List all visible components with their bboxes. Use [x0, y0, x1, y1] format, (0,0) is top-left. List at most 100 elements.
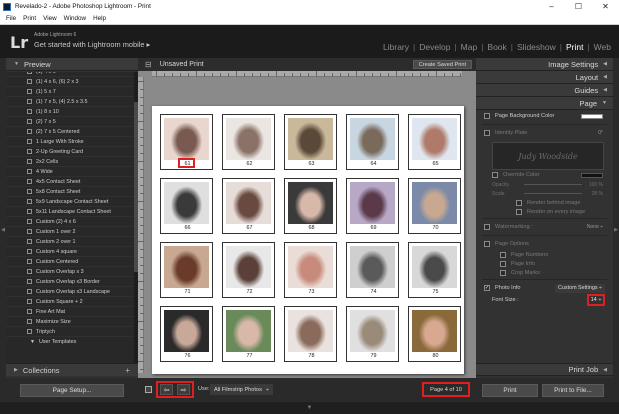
template-item[interactable]: (1) 4 x 6, (6) 2 x 3	[6, 77, 138, 87]
photo-thumbnail[interactable]	[350, 182, 395, 224]
module-develop[interactable]: Develop	[419, 42, 450, 52]
photo-thumbnail[interactable]	[226, 246, 271, 288]
photo-cell[interactable]: 63	[284, 114, 337, 170]
photo-thumbnail[interactable]	[226, 182, 271, 224]
watermarking-checkbox[interactable]	[484, 224, 490, 230]
photo-thumbnail[interactable]	[164, 310, 209, 352]
template-item[interactable]: 2x2 Cells	[6, 157, 138, 167]
template-item[interactable]: Maximize Size	[6, 317, 138, 327]
template-item[interactable]: 5x11 Landscape Contact Sheet	[6, 207, 138, 217]
page-bg-color-swatch[interactable]	[581, 113, 603, 119]
identity-plate-rotation[interactable]: 0°	[598, 130, 603, 136]
photo-thumbnail[interactable]	[164, 246, 209, 288]
template-item[interactable]: Triptych	[6, 327, 138, 337]
template-item[interactable]: 5x8 Contact Sheet	[6, 187, 138, 197]
photo-cell[interactable]: 80	[408, 306, 461, 362]
template-item[interactable]: (1) 7 x 5, (4) 2.5 x 3.5	[6, 97, 138, 107]
template-item[interactable]: Custom Overlap x3 Landscape	[6, 287, 138, 297]
photo-thumbnail[interactable]	[412, 310, 457, 352]
photo-thumbnail[interactable]	[350, 118, 395, 160]
override-color-checkbox[interactable]	[492, 172, 498, 178]
page-info-checkbox[interactable]	[500, 260, 506, 267]
photo-thumbnail[interactable]	[350, 246, 395, 288]
photo-cell[interactable]: 62	[222, 114, 275, 170]
photo-cell[interactable]: 78	[284, 306, 337, 362]
photo-cell[interactable]: 71	[160, 242, 213, 298]
print-to-file-button[interactable]: Print to File...	[542, 384, 604, 397]
photo-cell[interactable]: 66	[160, 178, 213, 234]
create-saved-print-button[interactable]: Create Saved Print	[412, 60, 472, 69]
page-options-checkbox[interactable]	[484, 241, 490, 247]
identity-mobile-link[interactable]: Get started with Lightroom mobile ▸	[34, 40, 150, 49]
page-background-checkbox[interactable]	[484, 113, 490, 119]
template-item[interactable]: Custom (2) 4 x 6	[6, 217, 138, 227]
image-settings-header[interactable]: Image Settings ◀	[476, 58, 613, 71]
photo-thumbnail[interactable]	[412, 118, 457, 160]
add-collection-icon[interactable]: +	[125, 366, 130, 375]
photo-cell[interactable]: 64	[346, 114, 399, 170]
module-slideshow[interactable]: Slideshow	[517, 42, 556, 52]
next-page-button[interactable]: ⇨	[177, 384, 190, 395]
photo-thumbnail[interactable]	[164, 182, 209, 224]
scale-slider-row[interactable]: Scale 28 %	[476, 189, 613, 198]
photo-cell[interactable]: 65	[408, 114, 461, 170]
render-behind-checkbox[interactable]	[516, 199, 522, 206]
template-item[interactable]: Custom Overlap x3 Border	[6, 277, 138, 287]
menu-print[interactable]: Print	[23, 15, 36, 22]
photo-cell[interactable]: 73	[284, 242, 337, 298]
module-print[interactable]: Print	[566, 42, 583, 52]
menu-file[interactable]: File	[6, 15, 16, 22]
menu-window[interactable]: Window	[64, 15, 86, 22]
photo-thumbnail[interactable]	[226, 118, 271, 160]
preview-panel-header[interactable]: ▼ Preview	[6, 58, 138, 71]
template-item[interactable]: Fine Art Mat	[6, 307, 138, 317]
minus-icon[interactable]: ⊟	[145, 60, 152, 69]
template-item[interactable]: (2) 7 x 5	[6, 117, 138, 127]
photo-cell[interactable]: 72	[222, 242, 275, 298]
photo-thumbnail[interactable]	[164, 118, 209, 160]
prev-page-button[interactable]: ⇦	[160, 384, 173, 395]
template-item[interactable]: Custom Square + 2	[6, 297, 138, 307]
photo-cell[interactable]: 61	[160, 114, 213, 170]
scale-slider[interactable]	[524, 193, 582, 194]
photo-thumbnail[interactable]	[288, 246, 333, 288]
photo-thumbnail[interactable]	[350, 310, 395, 352]
menu-view[interactable]: View	[43, 15, 57, 22]
guides-header[interactable]: Guides ◀	[476, 84, 613, 97]
template-item[interactable]: (2) 7 x 5 Centered	[6, 127, 138, 137]
template-item[interactable]: (1) 8 x 10	[6, 107, 138, 117]
template-item[interactable]: Custom 1 over 2	[6, 227, 138, 237]
template-item[interactable]: Custom Overlap x 3	[6, 267, 138, 277]
photo-thumbnail[interactable]	[288, 118, 333, 160]
template-item[interactable]: (1) 5 x 7	[6, 87, 138, 97]
template-item[interactable]: 4x5 Contact Sheet	[6, 177, 138, 187]
module-web[interactable]: Web	[594, 42, 611, 52]
template-item[interactable]: 1 Large With Stroke	[6, 137, 138, 147]
print-button[interactable]: Print	[482, 384, 538, 397]
template-item[interactable]: 5x9 Landscape Contact Sheet	[6, 197, 138, 207]
filmstrip-toggle[interactable]: ▼	[0, 402, 619, 414]
page-setup-button[interactable]: Page Setup...	[20, 384, 124, 397]
right-panel-toggle[interactable]: ▶	[613, 58, 619, 402]
photo-cell[interactable]: 67	[222, 178, 275, 234]
photo-info-checkbox[interactable]: ✓	[484, 285, 490, 291]
stop-square-icon[interactable]	[145, 386, 152, 393]
photo-cell[interactable]: 68	[284, 178, 337, 234]
render-every-checkbox[interactable]	[516, 208, 522, 215]
opacity-value[interactable]: 100 %	[589, 182, 603, 188]
override-color-swatch[interactable]	[581, 172, 603, 178]
scale-value[interactable]: 28 %	[592, 191, 603, 197]
minimize-button[interactable]: –	[538, 0, 565, 13]
crop-marks-checkbox[interactable]	[500, 269, 506, 276]
photo-cell[interactable]: 69	[346, 178, 399, 234]
photo-cell[interactable]: 77	[222, 306, 275, 362]
template-item[interactable]: Custom 4 square	[6, 247, 138, 257]
photo-cell[interactable]: 75	[408, 242, 461, 298]
page-numbers-checkbox[interactable]	[500, 251, 506, 258]
photo-info-select[interactable]: Custom Settings ÷	[554, 283, 605, 293]
photo-thumbnail[interactable]	[226, 310, 271, 352]
maximize-button[interactable]: ☐	[565, 0, 592, 13]
close-button[interactable]: ✕	[592, 0, 619, 13]
opacity-slider[interactable]	[524, 184, 582, 185]
template-item[interactable]: Custom 2 over 1	[6, 237, 138, 247]
